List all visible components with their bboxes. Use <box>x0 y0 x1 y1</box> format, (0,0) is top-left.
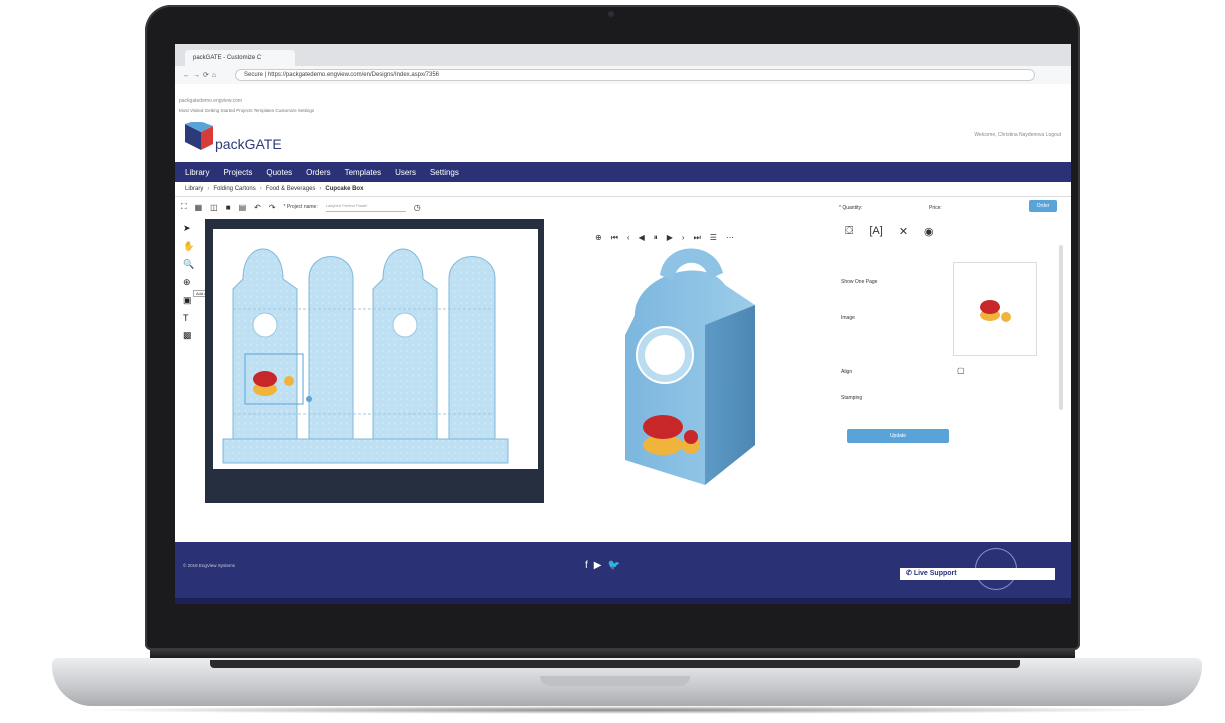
undo-icon[interactable]: ↶ <box>254 203 261 212</box>
play-icon[interactable]: ▶ <box>667 233 673 243</box>
brand-name: packGATE <box>215 136 282 152</box>
stamp-icon[interactable]: ⛋ <box>845 225 853 238</box>
dieline-drawing[interactable] <box>213 229 538 469</box>
quantity-label: * Quantity: <box>839 205 863 211</box>
phone-icon: ✆ <box>906 570 914 577</box>
magic-icon[interactable]: ✕ <box>899 225 908 238</box>
box-3d-preview[interactable] <box>605 245 775 495</box>
prev-icon[interactable]: ‹ <box>627 233 630 243</box>
rewind-icon[interactable]: ◀ <box>639 233 645 243</box>
browser-address-bar: ←→⟳⌂ Secure | https://packgatedemo.engvi… <box>175 66 1071 84</box>
color-icon[interactable]: ◉ <box>924 225 934 238</box>
breadcrumb-separator: › <box>207 186 210 192</box>
inner-address: packgatedemo.engview.com <box>179 98 243 104</box>
breadcrumb-library[interactable]: Library <box>185 186 203 192</box>
text-frame-icon[interactable]: [A] <box>869 225 882 238</box>
align-icon[interactable]: ▢ <box>957 366 965 375</box>
align-label: Align <box>841 369 853 375</box>
keyboard-edge <box>210 660 1020 668</box>
laptop-shadow <box>70 706 1180 714</box>
price-label: Price: <box>929 205 942 211</box>
nav-item-library[interactable]: Library <box>185 168 209 177</box>
nav-item-templates[interactable]: Templates <box>345 168 381 177</box>
left-toolbar: ➤ ✋ 🔍 ⊕ ▣ T ▩ <box>183 223 197 341</box>
stamping-label[interactable]: Stamping <box>841 395 862 401</box>
breadcrumb-separator: › <box>259 186 262 192</box>
right-panel: * Quantity: Price: Order ⛋ [A] ✕ ◉ Show … <box>833 197 1071 499</box>
live-support-button[interactable]: ✆ Live Support <box>900 568 1055 580</box>
app-footer: © 2018 EngView Systems f ▶ 🐦 ✆ Live Supp… <box>175 542 1071 604</box>
facebook-icon[interactable]: f <box>585 560 588 571</box>
show-one-page-label[interactable]: Show One Page <box>841 279 877 285</box>
logo-mark-icon <box>185 122 213 150</box>
social-links: f ▶ 🐦 <box>585 560 620 571</box>
save-icon[interactable]: ▤ <box>239 203 247 212</box>
redo-icon[interactable]: ↷ <box>269 203 276 212</box>
nav-item-users[interactable]: Users <box>395 168 416 177</box>
browser-tabbar: packGATE - Customize C <box>175 44 1071 66</box>
image-label: Image <box>841 315 855 321</box>
breadcrumb-food-beverages[interactable]: Food & Beverages <box>266 186 316 192</box>
inner-browser-bars: packgatedemo.engview.com Most Visited Ge… <box>175 84 1071 116</box>
first-frame-icon[interactable]: ⏮ <box>611 233 618 243</box>
bookmarks-bar: Most Visited Getting Started Projects Te… <box>179 108 315 113</box>
more-icon[interactable]: ⋯ <box>726 233 734 243</box>
user-links[interactable]: Welcome, Christina Naydenova Logout <box>974 132 1061 138</box>
opening-notch <box>540 676 690 686</box>
copyright: © 2018 EngView Systems <box>183 563 236 568</box>
order-button[interactable]: Order <box>1029 200 1057 212</box>
project-name-input[interactable]: Ladybird Perfect Pastel <box>325 203 406 212</box>
dieline-sheet[interactable] <box>213 229 538 469</box>
screen: packGATE - Customize C ←→⟳⌂ Secure | htt… <box>175 44 1071 604</box>
panel-tabs: ⛋ [A] ✕ ◉ <box>845 225 934 238</box>
viewer-toolbar: ⊕ ⏮ ‹ ◀ ⏸ ▶ › ⏭ ☰ ⋯ <box>595 233 734 243</box>
qr-tool-icon[interactable]: ▩ <box>183 330 197 341</box>
packgate-logo[interactable]: packGATE <box>185 122 282 156</box>
fit-icon[interactable]: ⛶ <box>181 202 187 212</box>
nav-item-orders[interactable]: Orders <box>306 168 330 177</box>
pan-tool-icon[interactable]: ✋ <box>183 241 197 252</box>
dieline-canvas[interactable] <box>205 219 544 503</box>
zoom-icon[interactable]: ⊕ <box>595 233 602 243</box>
cake-thumbnail <box>980 300 1011 322</box>
image-preview[interactable] <box>953 262 1037 356</box>
live-support-label: Live Support <box>913 570 957 577</box>
breadcrumb: Library › Folding Cartons › Food & Bever… <box>175 182 1071 197</box>
address-input[interactable]: Secure | https://packgatedemo.engview.co… <box>235 69 1035 81</box>
breadcrumb-separator: › <box>319 186 322 192</box>
zoom-in-tool-icon[interactable]: ⊕ <box>183 277 197 288</box>
list-icon[interactable]: ☰ <box>710 233 717 243</box>
webcam <box>608 11 614 17</box>
browser-tab[interactable]: packGATE - Customize C <box>185 50 295 66</box>
zoom-tool-icon[interactable]: 🔍 <box>183 259 197 270</box>
youtube-icon[interactable]: ▶ <box>594 560 602 571</box>
next-icon[interactable]: › <box>682 233 685 243</box>
app-header: packGATE Welcome, Christina Naydenova Lo… <box>175 116 1071 162</box>
twitter-icon[interactable]: 🐦 <box>607 560 619 571</box>
text-tool-icon[interactable]: T <box>183 313 197 323</box>
last-frame-icon[interactable]: ⏭ <box>694 233 701 243</box>
breadcrumb-cupcake-box: Cupcake Box <box>325 186 364 192</box>
editor-workspace: ⛶ ▦ ◫ ■ ▤ ↶ ↷ * Project name: Ladybird P… <box>175 197 1071 503</box>
breadcrumb-folding-cartons[interactable]: Folding Cartons <box>213 186 255 192</box>
browser-nav-icons[interactable]: ←→⟳⌂ <box>183 71 219 79</box>
3d-view-icon[interactable]: ■ <box>226 203 231 212</box>
grid-view-icon[interactable]: ▦ <box>195 203 203 212</box>
project-name-label: * Project name: <box>283 204 318 210</box>
clock-icon[interactable]: ◷ <box>414 203 421 212</box>
footer-bottom-bar <box>175 598 1071 604</box>
nav-item-settings[interactable]: Settings <box>430 168 459 177</box>
select-tool-icon[interactable]: ➤ <box>183 223 197 234</box>
panel-scrollbar[interactable] <box>1059 245 1063 410</box>
nav-item-projects[interactable]: Projects <box>223 168 252 177</box>
nav-item-quotes[interactable]: Quotes <box>266 168 292 177</box>
main-nav: Library Projects Quotes Orders Templates… <box>175 162 1071 182</box>
update-button[interactable]: Update <box>847 429 949 443</box>
split-view-icon[interactable]: ◫ <box>210 203 218 212</box>
pause-icon[interactable]: ⏸ <box>654 233 658 243</box>
editor-toolbar: ⛶ ▦ ◫ ■ ▤ ↶ ↷ * Project name: Ladybird P… <box>181 201 421 213</box>
